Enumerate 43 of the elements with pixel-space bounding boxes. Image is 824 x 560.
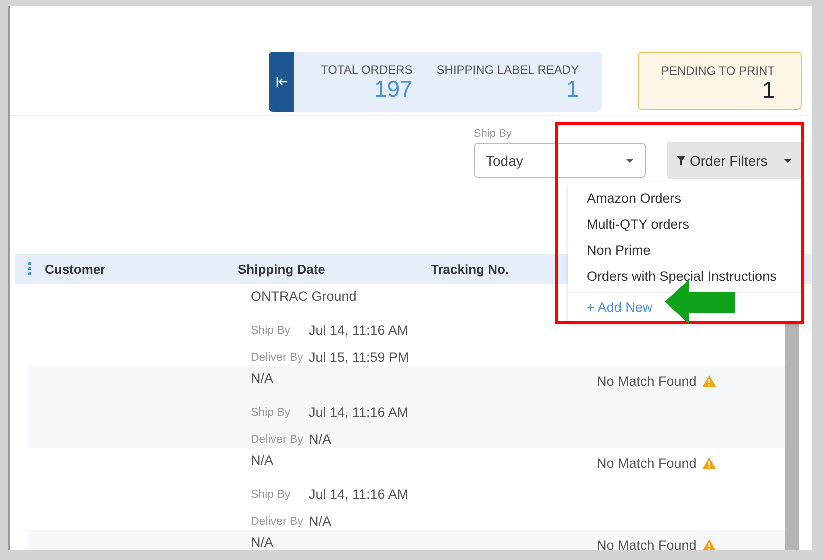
column-header: Customer [45,262,107,276]
ship-by-date: Jul 14, 11:16 AM [309,487,409,502]
caret-icon [784,158,792,162]
carrier-text: N/A [251,536,275,550]
kebab-menu-icon[interactable] [28,262,32,276]
field-label: Ship By [474,128,513,140]
column-header: Tracking No. [431,262,510,276]
deliver-by-label: Deliver By [251,434,304,446]
menu-item[interactable]: Non Prime [587,238,651,264]
ship-by-date: Jul 14, 11:16 AM [309,323,409,338]
warning-icon [702,456,717,470]
order-filters-button[interactable]: Order Filters [667,142,802,179]
ship-by-select[interactable]: Today [474,143,646,178]
deliver-by-date: N/A [309,514,332,529]
ship-by-date: Jul 14, 11:16 AM [309,405,409,420]
menu-item[interactable]: Orders with Special Instructions [587,264,777,290]
stat-label: TOTAL ORDERS [321,63,413,77]
stat-label: SHIPPING LABEL READY [436,63,580,77]
stat-value: 1 [566,77,580,101]
collapse-button[interactable] [269,52,294,112]
menu-item[interactable]: Multi-QTY orders [587,212,690,238]
carrier-text: N/A [251,372,275,388]
match-status: No Match Found [597,456,697,470]
match-status: No Match Found [597,538,697,550]
ship-by-label: Ship By [251,406,292,418]
caret-icon [626,158,634,162]
ship-by-label: Ship By [251,488,292,500]
stat-value: 1 [762,78,775,102]
stat-label: PENDING TO PRINT [661,64,775,78]
column-header: Shipping Date [238,262,326,276]
collapse-icon [276,76,288,88]
warning-icon [702,374,717,388]
menu-item[interactable]: Amazon Orders [587,186,682,212]
deliver-by-date: Jul 15, 11:59 PM [309,350,410,365]
ship-by-label: Ship By [251,324,292,336]
carrier-text: N/A [251,454,275,470]
deliver-by-label: Deliver By [251,352,304,364]
stat-value: 197 [374,77,413,101]
filter-icon [677,156,686,166]
carrier-text: ONTRAC Ground [251,290,358,306]
match-status: No Match Found [597,374,697,388]
deliver-by-date: N/A [309,432,332,447]
deliver-by-label: Deliver By [251,516,304,528]
